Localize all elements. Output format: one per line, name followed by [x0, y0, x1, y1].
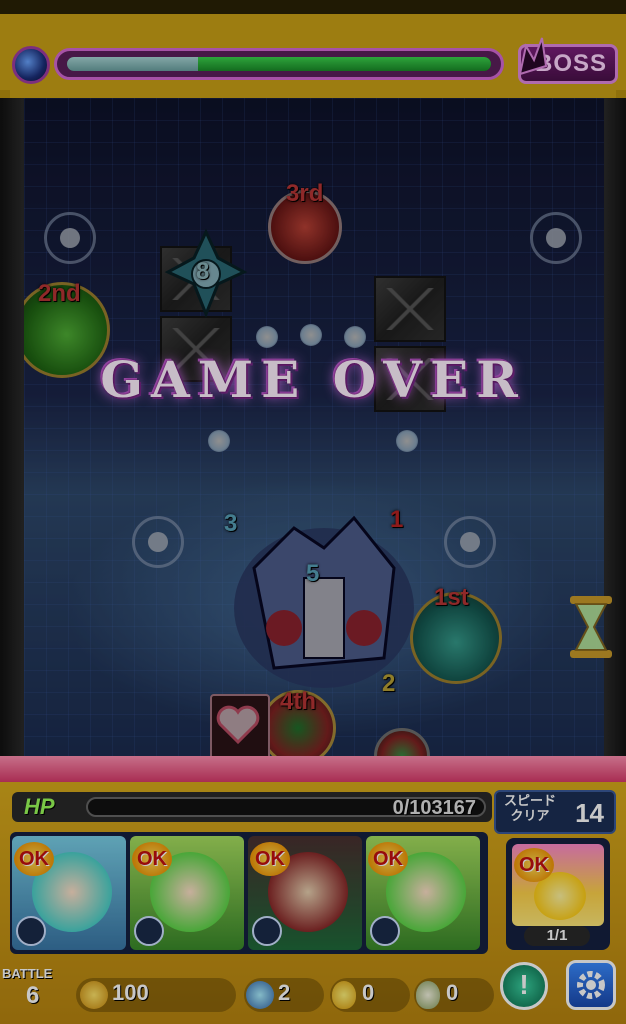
gold-counter: 100 — [76, 978, 236, 1012]
game-screen: BOSS 8 3rd 2nd 3 1 5 2 1st 4th GAME OVER… — [0, 0, 626, 1024]
hp-value: 0/103167 — [392, 797, 476, 819]
helper-count: 1/1 — [524, 926, 590, 946]
team-card-2[interactable]: OK — [130, 836, 244, 950]
gem-icon — [246, 981, 274, 1009]
gold-egg-icon — [332, 981, 356, 1009]
boss-horn-icon — [518, 37, 548, 76]
hp-track: 0/103167 — [86, 797, 486, 819]
ok-badge: OK — [14, 842, 54, 876]
gold-egg-counter: 0 — [330, 978, 410, 1012]
boss-hp-dim — [67, 57, 199, 71]
ok-badge: OK — [368, 842, 408, 876]
battle-number: 6 — [26, 982, 40, 1009]
game-over-text: GAME OVER — [100, 350, 526, 409]
ok-badge: OK — [132, 842, 172, 876]
leaf-icon — [134, 916, 164, 946]
battle-field: 8 3rd 2nd 3 1 5 2 1st 4th — [24, 98, 604, 758]
speed-clear-value: 14 — [575, 798, 604, 828]
team-card-3[interactable]: OK — [248, 836, 362, 950]
alert-button[interactable]: ! — [500, 962, 548, 1010]
gear-icon — [577, 971, 605, 999]
egg-counter: 0 — [414, 978, 494, 1012]
boss-orb-icon — [12, 46, 50, 84]
hp-label: HP — [24, 794, 55, 819]
leaf-icon — [16, 916, 46, 946]
battle-label: BATTLE — [2, 966, 53, 981]
helper-card: OK — [512, 844, 604, 926]
gold-coin-icon — [80, 981, 108, 1009]
bottom-panel: HP 0/103167 スピード クリア 14 OK OK OK OK OK 1… — [0, 782, 626, 1024]
egg-icon — [416, 981, 440, 1009]
leaf-icon — [252, 916, 282, 946]
boss-hp-bar: BOSS — [8, 37, 618, 90]
exclamation-icon: ! — [519, 969, 529, 1000]
boss-hp-track — [54, 48, 504, 80]
helper-panel[interactable]: OK 1/1 — [506, 838, 610, 950]
speed-clear-label: スピード クリア — [503, 794, 556, 824]
boss-hp-fill — [198, 57, 491, 71]
gold-egg-value: 0 — [362, 980, 375, 1005]
player-hp-bar: HP 0/103167 — [12, 792, 492, 822]
speed-clear-box: スピード クリア 14 — [494, 790, 616, 834]
status-row: BATTLE 6 100 2 0 0 ! — [0, 960, 626, 1022]
settings-button[interactable] — [566, 960, 616, 1010]
gem-counter: 2 — [244, 978, 324, 1012]
gem-value: 2 — [278, 980, 291, 1005]
field-bottom-bar — [0, 756, 626, 782]
hourglass-icon — [570, 596, 612, 658]
top-strip — [0, 0, 626, 14]
team-card-1[interactable]: OK — [12, 836, 126, 950]
ok-badge: OK — [250, 842, 290, 876]
leaf-icon — [370, 916, 400, 946]
rail-left — [0, 98, 24, 758]
ok-badge: OK — [514, 848, 554, 882]
team-panel: OK OK OK OK — [10, 832, 488, 954]
team-card-4[interactable]: OK — [366, 836, 480, 950]
egg-value: 0 — [446, 980, 459, 1005]
gold-value: 100 — [112, 980, 149, 1005]
